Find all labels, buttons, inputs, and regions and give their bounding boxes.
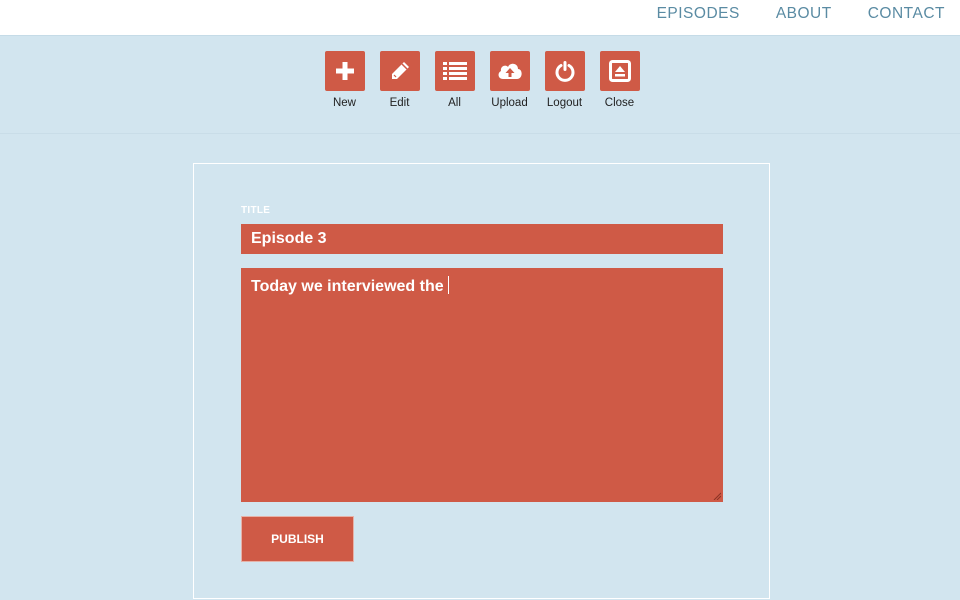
nav-about[interactable]: ABOUT xyxy=(776,5,832,23)
list-icon[interactable] xyxy=(434,51,475,91)
main-nav: EPISODES ABOUT CONTACT xyxy=(657,5,945,23)
title-input[interactable] xyxy=(241,224,723,254)
all-label: All xyxy=(448,97,461,109)
eject-icon[interactable] xyxy=(599,51,640,91)
edit-label: Edit xyxy=(389,97,410,109)
nav-contact[interactable]: CONTACT xyxy=(868,5,945,23)
new-button[interactable]: New xyxy=(317,51,372,109)
top-bar: EPISODES ABOUT CONTACT xyxy=(0,0,960,36)
upload-label: Upload xyxy=(491,97,528,109)
upload-button[interactable]: Upload xyxy=(482,51,537,109)
logout-label: Logout xyxy=(546,97,583,109)
toolbar: New Edit All Upload Logout Close xyxy=(317,51,647,109)
all-button[interactable]: All xyxy=(427,51,482,109)
close-label: Close xyxy=(604,97,635,109)
new-label: New xyxy=(332,97,356,109)
cloud-upload-icon[interactable] xyxy=(489,51,530,91)
power-icon[interactable] xyxy=(544,51,585,91)
edit-button[interactable]: Edit xyxy=(372,51,427,109)
publish-button[interactable]: PUBLISH xyxy=(241,516,354,562)
episode-body-textarea[interactable]: Today we interviewed the xyxy=(241,268,723,502)
resize-grip-icon[interactable] xyxy=(713,492,721,500)
logout-button[interactable]: Logout xyxy=(537,51,592,109)
close-button[interactable]: Close xyxy=(592,51,647,109)
nav-episodes[interactable]: EPISODES xyxy=(657,5,740,23)
plus-icon[interactable] xyxy=(324,51,365,91)
pencil-icon[interactable] xyxy=(379,51,420,91)
title-label: TITLE xyxy=(241,205,271,216)
episode-form: TITLE Today we interviewed the PUBLISH xyxy=(193,163,770,599)
text-caret xyxy=(447,276,449,294)
toolbar-strip: New Edit All Upload Logout Close xyxy=(0,36,960,134)
episode-body-text: Today we interviewed the xyxy=(251,278,444,295)
